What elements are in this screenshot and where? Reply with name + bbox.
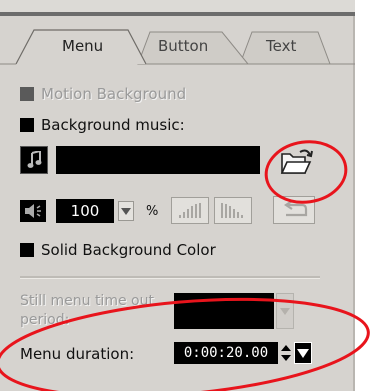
dropdown-arrow-icon <box>121 208 131 215</box>
menu-duration-dropdown[interactable] <box>294 342 312 364</box>
tab-text[interactable]: Text <box>266 37 296 55</box>
motion-background-option[interactable]: Motion Background <box>20 85 186 103</box>
background-music-checkbox[interactable] <box>20 118 34 132</box>
top-strip <box>0 0 355 16</box>
reset-audio-button[interactable] <box>273 196 315 224</box>
equalizer-icon <box>179 203 201 218</box>
solid-background-checkbox[interactable] <box>20 243 34 257</box>
music-file-field[interactable] <box>56 146 260 174</box>
tab-button[interactable]: Button <box>158 37 208 55</box>
volume-input[interactable]: 100 <box>56 199 114 223</box>
open-folder-icon[interactable] <box>273 144 317 180</box>
music-note-icon <box>20 146 48 174</box>
solid-background-label: Solid Background Color <box>41 241 216 259</box>
volume-dropdown[interactable] <box>118 201 134 221</box>
background-music-label: Background music: <box>41 116 185 134</box>
equalizer-icon <box>221 203 243 218</box>
spinner-arrows-icon[interactable] <box>280 342 292 364</box>
dropdown-arrow-icon <box>280 308 290 315</box>
fade-out-button[interactable] <box>214 197 252 224</box>
still-menu-timeout-field[interactable] <box>174 293 274 329</box>
motion-background-checkbox[interactable] <box>20 87 34 101</box>
still-menu-timeout-label: Still menu time out period: <box>20 293 154 328</box>
canvas: { "tabs": [ {"label": "Menu", "active": … <box>0 0 372 391</box>
solid-background-option[interactable]: Solid Background Color <box>20 241 216 259</box>
speaker-icon[interactable] <box>20 200 46 222</box>
section-divider <box>20 276 320 279</box>
menu-duration-input[interactable]: 0:00:20.00 <box>174 342 278 364</box>
background-music-option[interactable]: Background music: <box>20 116 185 134</box>
fade-in-button[interactable] <box>171 197 209 224</box>
menu-duration-label: Menu duration: <box>20 345 135 363</box>
percent-label: % <box>146 204 159 219</box>
undo-icon <box>284 200 308 217</box>
tab-menu[interactable]: Menu <box>62 37 103 55</box>
motion-background-label: Motion Background <box>41 85 187 103</box>
dropdown-arrow-icon <box>297 349 309 358</box>
still-menu-timeout-dropdown[interactable] <box>276 293 294 329</box>
